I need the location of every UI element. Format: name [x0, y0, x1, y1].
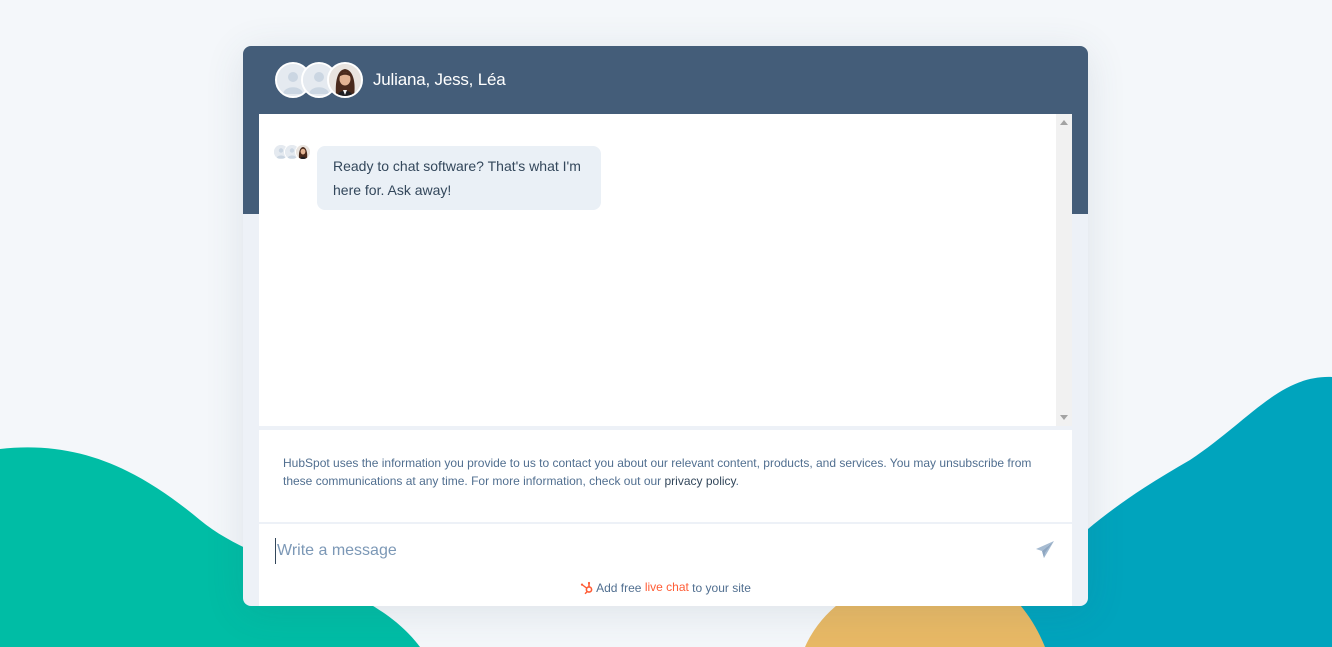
- chat-header-content: Juliana, Jess, Léa: [275, 62, 506, 98]
- message-text: Ready to chat software? That's what I'm …: [333, 158, 581, 198]
- branding-suffix: to your site: [688, 580, 751, 595]
- agent-photo-avatar: [295, 144, 311, 160]
- privacy-consent-notice: HubSpot uses the information you provide…: [259, 430, 1072, 522]
- send-button[interactable]: [1035, 540, 1055, 560]
- message-input[interactable]: [275, 538, 1017, 564]
- scroll-up-arrow-icon[interactable]: [1060, 120, 1068, 125]
- privacy-policy-link[interactable]: privacy policy: [665, 474, 736, 488]
- live-chat-link[interactable]: live chat: [645, 580, 689, 594]
- message-thread[interactable]: Ready to chat software? That's what I'm …: [259, 114, 1072, 426]
- hubspot-sprocket-icon: [581, 581, 593, 595]
- agent-photo-avatar: [327, 62, 363, 98]
- chat-widget: Juliana, Jess, Léa Ready to chat softwar…: [243, 46, 1088, 606]
- branding-prefix: Add free: [596, 580, 645, 595]
- send-icon: [1036, 541, 1054, 558]
- consent-text: HubSpot uses the information you provide…: [283, 456, 1032, 488]
- agent-avatars: [275, 62, 363, 98]
- scrollbar[interactable]: [1056, 114, 1072, 426]
- chat-title: Juliana, Jess, Léa: [373, 70, 506, 89]
- bot-message-bubble: Ready to chat software? That's what I'm …: [317, 146, 601, 210]
- scroll-down-arrow-icon[interactable]: [1060, 415, 1068, 420]
- branding-footer: Add free live chat to your site: [259, 580, 1072, 595]
- message-avatars: [273, 144, 311, 160]
- message-composer: Add free live chat to your site: [259, 524, 1072, 606]
